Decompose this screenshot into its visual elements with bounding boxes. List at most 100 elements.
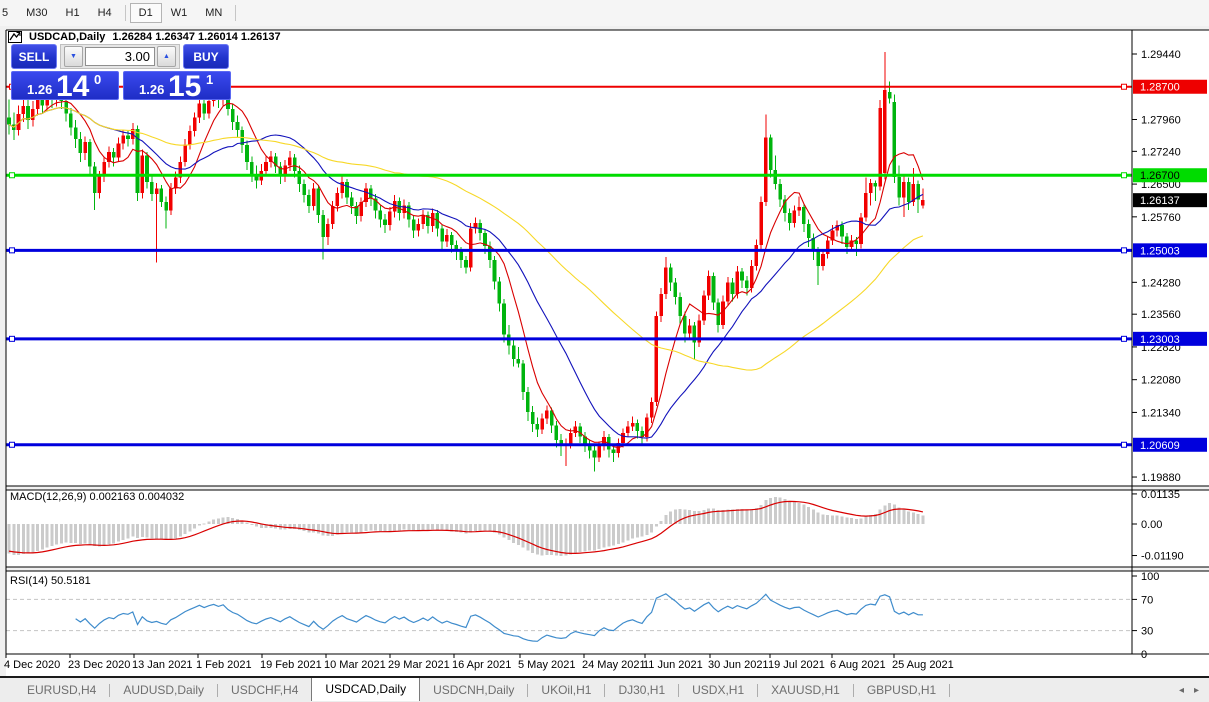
svg-text:30: 30 [1141, 626, 1153, 638]
price-level-tag: 1.28700 [1133, 80, 1207, 94]
level-handle [10, 442, 15, 447]
tab-usdcad-daily[interactable]: USDCAD,Daily [311, 677, 420, 701]
svg-text:24 May 2021: 24 May 2021 [582, 659, 646, 671]
svg-text:1.21340: 1.21340 [1141, 407, 1181, 419]
tab-gbpusd-h1[interactable]: GBPUSD,H1 [854, 680, 949, 700]
svg-text:1.26700: 1.26700 [1140, 170, 1180, 182]
level-handle [1122, 336, 1127, 341]
svg-text:1.23003: 1.23003 [1140, 334, 1180, 346]
svg-text:1.28700: 1.28700 [1140, 82, 1180, 94]
svg-text:16 Apr 2021: 16 Apr 2021 [452, 659, 511, 671]
buy-price-box[interactable]: 1.26 15 1 [123, 71, 231, 100]
svg-text:1.24280: 1.24280 [1141, 277, 1181, 289]
svg-text:-0.01190: -0.01190 [1141, 551, 1184, 563]
sell-button[interactable]: SELL [11, 44, 57, 69]
buy-price-pips: 15 [168, 72, 201, 102]
macd-indicator-label: MACD(12,26,9) 0.002163 0.004032 [10, 491, 184, 503]
chart-window-icon [8, 31, 22, 43]
buy-price-base: 1.26 [139, 82, 164, 97]
svg-text:25 Aug 2021: 25 Aug 2021 [892, 659, 954, 671]
svg-text:1.25760: 1.25760 [1141, 212, 1181, 224]
tf-button-h4[interactable]: H4 [89, 3, 121, 23]
tab-audusd-daily[interactable]: AUDUSD,Daily [110, 680, 217, 700]
symbol-tab-bar: EURUSD,H4 AUDUSD,Daily USDCHF,H4 USDCAD,… [0, 678, 1209, 702]
tab-xauusd-h1[interactable]: XAUUSD,H1 [758, 680, 853, 700]
chart-title-symbol: USDCAD,Daily [29, 31, 105, 43]
sell-price-point: 0 [94, 72, 101, 87]
level-handle [10, 248, 15, 253]
tab-ukoil-h1[interactable]: UKOil,H1 [528, 680, 604, 700]
chevron-up-icon: ▲ [163, 53, 170, 60]
tab-usdchf-h4[interactable]: USDCHF,H4 [218, 680, 311, 700]
svg-text:0.00: 0.00 [1141, 519, 1162, 531]
chart-title-row: USDCAD,Daily 1.26284 1.26347 1.26014 1.2… [8, 31, 281, 43]
svg-text:0: 0 [1141, 649, 1147, 661]
tf-button-h1[interactable]: H1 [57, 3, 89, 23]
svg-text:1.29440: 1.29440 [1141, 49, 1181, 61]
one-click-trade-panel: SELL ▼ ▲ BUY 1.26 14 0 1.26 15 1 [11, 44, 231, 100]
price-level-tag: 1.26700 [1133, 168, 1207, 182]
svg-text:1.19880: 1.19880 [1141, 472, 1181, 484]
buy-price-point: 1 [206, 72, 213, 87]
svg-text:1.23560: 1.23560 [1141, 309, 1181, 321]
timeframe-toolbar: 5 M30 H1 H4 D1 W1 MN [0, 0, 1209, 26]
toolbar-separator [235, 5, 236, 21]
svg-text:30 Jun 2021: 30 Jun 2021 [708, 659, 769, 671]
level-handle [10, 173, 15, 178]
sell-price-base: 1.26 [27, 82, 52, 97]
lot-size-input[interactable] [85, 47, 155, 66]
svg-text:1.26137: 1.26137 [1140, 195, 1180, 207]
svg-text:1.20609: 1.20609 [1140, 440, 1180, 452]
lot-size-spinner: ▼ ▲ [60, 44, 180, 69]
tab-dj30-h1[interactable]: DJ30,H1 [605, 680, 678, 700]
sell-price-pips: 14 [56, 72, 89, 102]
chart-window: 1.294401.279601.272401.265001.257601.242… [0, 26, 1209, 678]
svg-text:19 Jul 2021: 19 Jul 2021 [768, 659, 825, 671]
svg-text:4 Dec 2020: 4 Dec 2020 [4, 659, 60, 671]
tab-divider [949, 684, 950, 697]
svg-text:5 May 2021: 5 May 2021 [518, 659, 575, 671]
tf-button-w1[interactable]: W1 [162, 3, 197, 23]
svg-text:1.27240: 1.27240 [1141, 146, 1181, 158]
sell-price-box[interactable]: 1.26 14 0 [11, 71, 119, 100]
level-handle [1122, 248, 1127, 253]
tf-button-mn[interactable]: MN [196, 3, 231, 23]
current-price-tag: 1.26137 [1133, 193, 1207, 207]
tf-button-d1[interactable]: D1 [130, 3, 162, 23]
svg-text:1.27960: 1.27960 [1141, 114, 1181, 126]
svg-text:11 Jun 2021: 11 Jun 2021 [643, 659, 703, 671]
chart-canvas[interactable]: 1.294401.279601.272401.265001.257601.242… [0, 26, 1209, 676]
price-level-tag: 1.25003 [1133, 243, 1207, 257]
svg-text:0.01135: 0.01135 [1141, 489, 1180, 501]
toolbar-separator [125, 5, 126, 21]
price-level-tag: 1.20609 [1133, 438, 1207, 452]
tab-scroll-right-icon[interactable]: ▸ [1194, 685, 1199, 696]
rsi-indicator-label: RSI(14) 50.5181 [10, 575, 91, 587]
buy-button[interactable]: BUY [183, 44, 229, 69]
svg-text:29 Mar 2021: 29 Mar 2021 [388, 659, 450, 671]
tf-button-m5[interactable]: 5 [0, 3, 17, 23]
svg-text:13 Jan 2021: 13 Jan 2021 [132, 659, 193, 671]
level-handle [1122, 173, 1127, 178]
level-handle [10, 336, 15, 341]
svg-text:10 Mar 2021: 10 Mar 2021 [324, 659, 386, 671]
svg-text:70: 70 [1141, 594, 1153, 606]
svg-text:1.22080: 1.22080 [1141, 375, 1181, 387]
chevron-down-icon: ▼ [70, 53, 77, 60]
svg-text:6 Aug 2021: 6 Aug 2021 [830, 659, 886, 671]
tab-scroll-left-icon[interactable]: ◂ [1179, 685, 1184, 696]
price-level-tag: 1.23003 [1133, 332, 1207, 346]
svg-text:100: 100 [1141, 571, 1159, 583]
svg-text:19 Feb 2021: 19 Feb 2021 [260, 659, 322, 671]
level-handle [1122, 442, 1127, 447]
chart-title-ohlc: 1.26284 1.26347 1.26014 1.26137 [112, 31, 280, 43]
svg-text:1 Feb 2021: 1 Feb 2021 [196, 659, 252, 671]
svg-text:1.25003: 1.25003 [1140, 245, 1180, 257]
tab-usdcnh-daily[interactable]: USDCNH,Daily [420, 680, 527, 700]
tab-eurusd-h4[interactable]: EURUSD,H4 [14, 680, 109, 700]
tf-button-m30[interactable]: M30 [17, 3, 56, 23]
tab-usdx-h1[interactable]: USDX,H1 [679, 680, 757, 700]
level-handle [1122, 84, 1127, 89]
lot-increase-button[interactable]: ▲ [157, 46, 176, 67]
lot-decrease-button[interactable]: ▼ [64, 46, 83, 67]
